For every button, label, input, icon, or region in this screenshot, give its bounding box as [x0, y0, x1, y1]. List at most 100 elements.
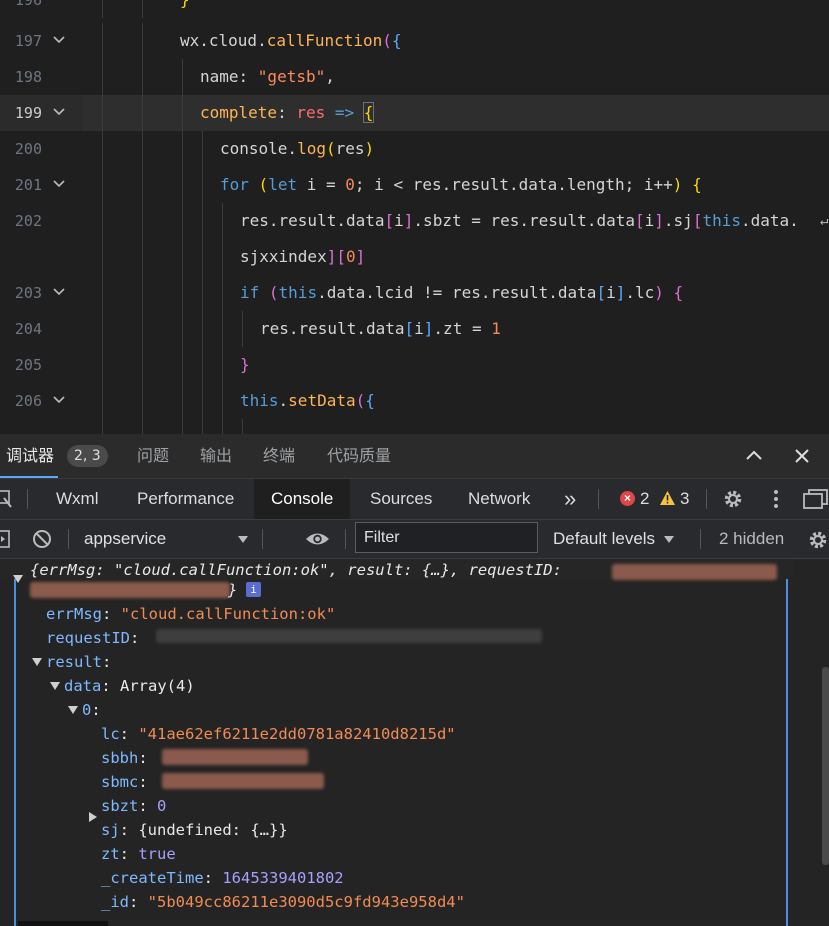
scrollbar-thumb[interactable]	[822, 667, 829, 865]
problems-count-badge: 2, 3	[67, 445, 108, 467]
log-levels-select[interactable]: Default levels	[553, 520, 655, 558]
prop-sbzt: sbzt: 0	[101, 797, 167, 815]
console-output[interactable]: {errMsg: "cloud.callFunction:ok", result…	[0, 559, 829, 926]
prop-id: _id: "5b049cc86211e3090d5c9fd943e958d4"	[101, 893, 465, 911]
expand-arrow-icon[interactable]	[68, 706, 78, 714]
tab-network[interactable]: Network	[459, 479, 539, 519]
console-settings-gear-icon[interactable]	[807, 529, 829, 551]
fold-chevron-icon[interactable]	[52, 393, 66, 407]
line-number: 202	[14, 212, 42, 230]
line-number: 204	[14, 320, 42, 338]
code-text: }	[180, 0, 190, 18]
more-tabs-button[interactable]: »	[564, 479, 576, 519]
close-icon[interactable]	[792, 446, 812, 466]
code-line: 196 }	[0, 0, 829, 18]
redacted-value	[612, 564, 777, 580]
line-number: 198	[14, 68, 42, 86]
prop-result[interactable]: result:	[46, 650, 111, 674]
line-number: 205	[14, 356, 42, 374]
prop-data[interactable]: data: Array(4)	[64, 674, 195, 698]
line-number: 201	[14, 176, 42, 194]
gear-icon[interactable]	[722, 488, 744, 510]
wrap-indicator-icon: ↵	[820, 213, 829, 229]
code-line: 203 if (this.data.lcid != res.result.dat…	[0, 275, 829, 311]
code-line: 204 res.result.data[i].zt = 1	[0, 311, 829, 347]
code-line: 202 res.result.data[i].sbzt = res.result…	[0, 203, 829, 239]
devtools-panel: 调试器 2, 3 问题 输出 终端 代码质量 Wxml Performance …	[0, 434, 829, 926]
prop-sbmc: sbmc:	[101, 773, 157, 791]
hidden-count: 2 hidden	[719, 529, 785, 548]
eye-icon[interactable]	[305, 530, 330, 548]
active-tab-indicator	[0, 476, 58, 478]
error-count[interactable]: 2	[640, 479, 649, 519]
collapsed-arrow-icon[interactable]	[89, 812, 97, 822]
fold-chevron-icon[interactable]	[52, 105, 66, 119]
redacted-value	[162, 749, 308, 765]
prop-requestid: requestID:	[46, 629, 149, 647]
warning-icon[interactable]	[659, 490, 676, 506]
prop-sbbh: sbbh:	[101, 749, 157, 767]
chevron-down-icon[interactable]	[664, 536, 674, 543]
line-number: 196	[14, 0, 42, 9]
panel-tabbar: Wxml Performance Console Sources Network…	[0, 479, 829, 520]
code-text: if (this.data.lcid != res.result.data[i]…	[240, 283, 684, 302]
dock-icon[interactable]	[803, 489, 829, 509]
code-text: this.setData({	[240, 391, 375, 410]
tab-console[interactable]: Console	[254, 479, 351, 519]
sidebar-toggle-icon[interactable]	[0, 530, 10, 548]
more-vertical-icon[interactable]	[769, 488, 783, 510]
code-line: 200 console.log(res)	[0, 131, 829, 167]
context-select[interactable]: appservice	[84, 520, 166, 558]
tab-code-quality[interactable]: 代码质量	[327, 434, 391, 478]
code-text: console.log(res)	[220, 139, 375, 158]
expand-arrow-icon[interactable]	[50, 682, 60, 690]
prop-sj[interactable]: sj: {undefined: {…}}	[101, 818, 288, 842]
tab-performance[interactable]: Performance	[127, 479, 244, 519]
code-text: res.result.data[i].zt = 1	[260, 319, 501, 338]
inspect-element-icon[interactable]	[0, 489, 14, 509]
code-text: }	[240, 355, 250, 374]
code-line: 201 for (let i = 0; i < res.result.data.…	[0, 167, 829, 203]
expand-arrow-icon[interactable]	[32, 658, 42, 666]
info-icon[interactable]: i	[246, 582, 261, 597]
prop-lc: lc: "41ae62ef6211e2dd0781a82410d8215d"	[101, 725, 456, 743]
chevron-up-icon[interactable]	[744, 446, 764, 466]
tab-terminal[interactable]: 终端	[263, 434, 295, 478]
prop-index[interactable]: 0:	[82, 698, 101, 722]
tab-sources[interactable]: Sources	[360, 479, 442, 519]
selection-border	[786, 579, 788, 926]
code-line: 198 name: "getsb",	[0, 59, 829, 95]
redacted-value	[30, 582, 230, 598]
fold-chevron-icon[interactable]	[52, 177, 66, 191]
code-text: for (let i = 0; i < res.result.data.leng…	[220, 175, 702, 194]
code-line-wrapped: sjxxindex][0]	[0, 239, 829, 275]
code-line: 205 }	[0, 347, 829, 383]
fold-chevron-icon[interactable]	[52, 33, 66, 47]
prop-errmsg: errMsg: "cloud.callFunction:ok"	[46, 605, 336, 623]
code-line: 197 wx.cloud.callFunction({	[0, 23, 829, 59]
error-icon[interactable]: ×	[620, 491, 635, 506]
code-text: wx.cloud.callFunction({	[180, 31, 402, 50]
log-summary-end: }	[228, 581, 238, 599]
tab-wxml[interactable]: Wxml	[46, 479, 108, 519]
line-number: 200	[14, 140, 42, 158]
clear-console-icon[interactable]	[32, 529, 52, 549]
filter-input[interactable]	[355, 522, 538, 553]
tab-problems[interactable]: 问题	[137, 434, 169, 478]
line-number: 203	[14, 284, 42, 302]
devtools-header: 调试器 2, 3 问题 输出 终端 代码质量	[0, 434, 829, 479]
code-line-active: 199 complete: res => {	[0, 95, 829, 131]
redacted-value	[156, 629, 542, 643]
warning-count[interactable]: 3	[680, 479, 689, 519]
line-number: 197	[14, 32, 42, 50]
prop-zt: zt: true	[101, 845, 176, 863]
console-toolbar: appservice Default levels 2 hidden	[0, 520, 829, 559]
code-text: name: "getsb",	[200, 67, 335, 86]
expand-arrow-icon[interactable]	[13, 575, 23, 583]
code-editor[interactable]: 196 } 197 wx.cloud.callFunction({ 198 na…	[0, 0, 829, 434]
chevron-down-icon[interactable]	[238, 536, 248, 543]
fold-chevron-icon[interactable]	[52, 285, 66, 299]
redacted-value	[162, 773, 324, 789]
tab-output[interactable]: 输出	[200, 434, 232, 478]
tab-debugger[interactable]: 调试器	[6, 434, 54, 478]
